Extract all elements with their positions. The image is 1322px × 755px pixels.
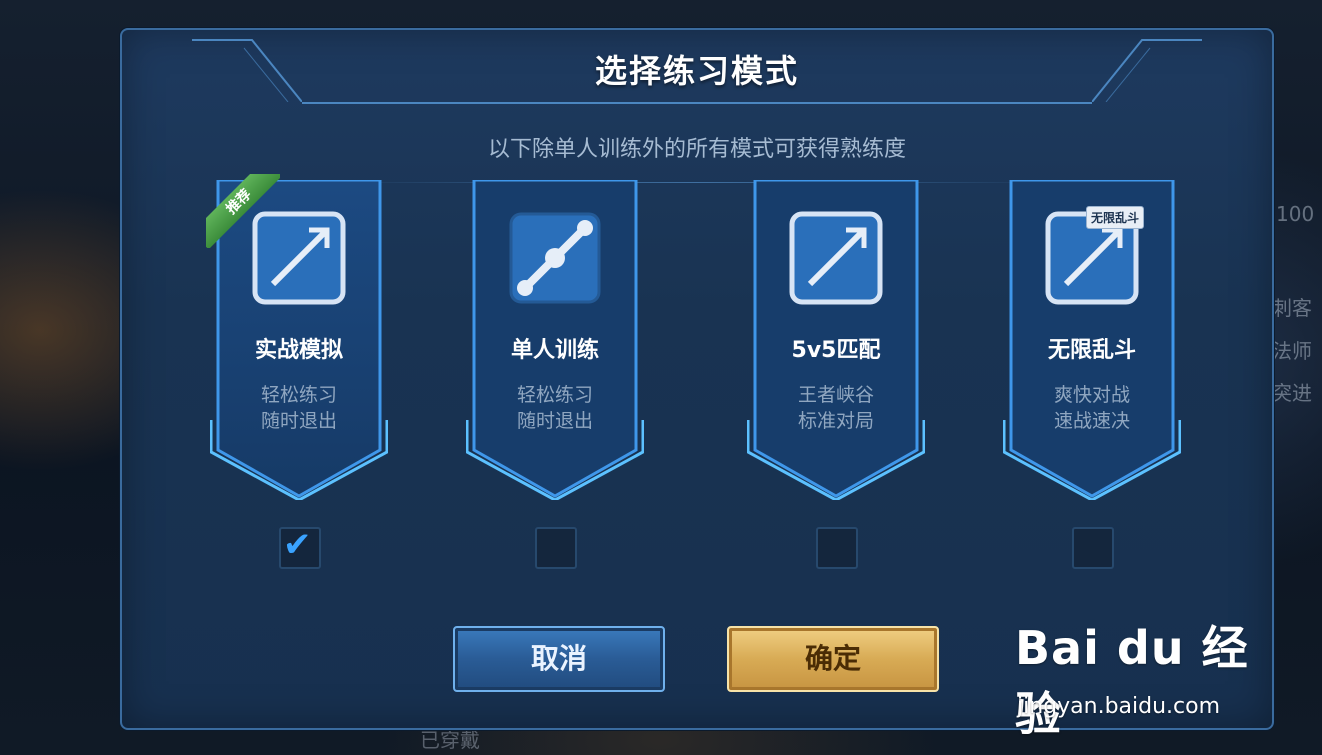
- confirm-button[interactable]: 确定: [727, 626, 939, 692]
- watermark-url: jingyan.baidu.com: [1017, 694, 1221, 719]
- mode-desc: 速战速决: [1053, 410, 1130, 432]
- mode-desc: 轻松练习: [516, 384, 593, 406]
- dialog-subtitle: 以下除单人训练外的所有模式可获得熟练度: [487, 137, 906, 162]
- header-ornament-icon: [192, 39, 302, 102]
- mode-card-单人训练[interactable]: 单人训练 轻松练习 随时退出: [466, 180, 644, 500]
- icon-wrapper: 无限乱斗: [1044, 206, 1144, 306]
- mode-tag: 无限乱斗: [1085, 206, 1144, 229]
- dumbbell-icon: [509, 212, 601, 304]
- bg-label: 100: [1276, 202, 1315, 226]
- cancel-button[interactable]: 取消: [453, 626, 665, 692]
- bg-label: 突进: [1272, 381, 1312, 405]
- mode-card-实战模拟[interactable]: 推荐 实战模拟 轻松练习 随时退出: [206, 174, 388, 500]
- mode-desc: 标准对局: [797, 410, 874, 432]
- mode-desc: 轻松练习: [260, 384, 337, 406]
- bg-label: 法师: [1272, 339, 1312, 363]
- mode-title: 实战模拟: [254, 338, 343, 363]
- mode-desc: 随时退出: [516, 410, 593, 432]
- mode-desc: 王者峡谷: [797, 384, 874, 406]
- mode-checkbox-5v5匹配[interactable]: [816, 527, 858, 569]
- dialog-header: 选择练习模式: [192, 30, 1202, 104]
- checkmark-icon: ✔: [283, 525, 312, 565]
- mode-card-无限乱斗[interactable]: 无限乱斗 无限乱斗 爽快对战 速战速决: [1003, 180, 1181, 500]
- dialog-title: 选择练习模式: [594, 52, 799, 90]
- mode-checkbox-实战模拟[interactable]: ✔: [279, 525, 321, 569]
- mode-checkbox-单人训练[interactable]: [535, 527, 577, 569]
- mode-title: 无限乱斗: [1047, 338, 1136, 363]
- mode-title: 单人训练: [510, 338, 599, 363]
- mode-desc: 爽快对战: [1053, 384, 1130, 406]
- header-ornament-icon: [1092, 39, 1202, 102]
- divider: [342, 182, 1052, 183]
- arrow-icon: [789, 211, 883, 305]
- mode-checkbox-无限乱斗[interactable]: [1072, 527, 1114, 569]
- baidu-watermark: Bai du 经验 jingyan.baidu.com: [1015, 612, 1255, 741]
- mode-card-5v5匹配[interactable]: 5v5匹配 王者峡谷 标准对局: [747, 180, 925, 500]
- mode-title: 5v5匹配: [791, 338, 881, 363]
- bg-label: 刺客: [1272, 296, 1312, 320]
- watermark-logo: Bai du 经验: [1015, 621, 1249, 741]
- mode-desc: 随时退出: [260, 410, 337, 432]
- arrow-icon: [252, 211, 346, 305]
